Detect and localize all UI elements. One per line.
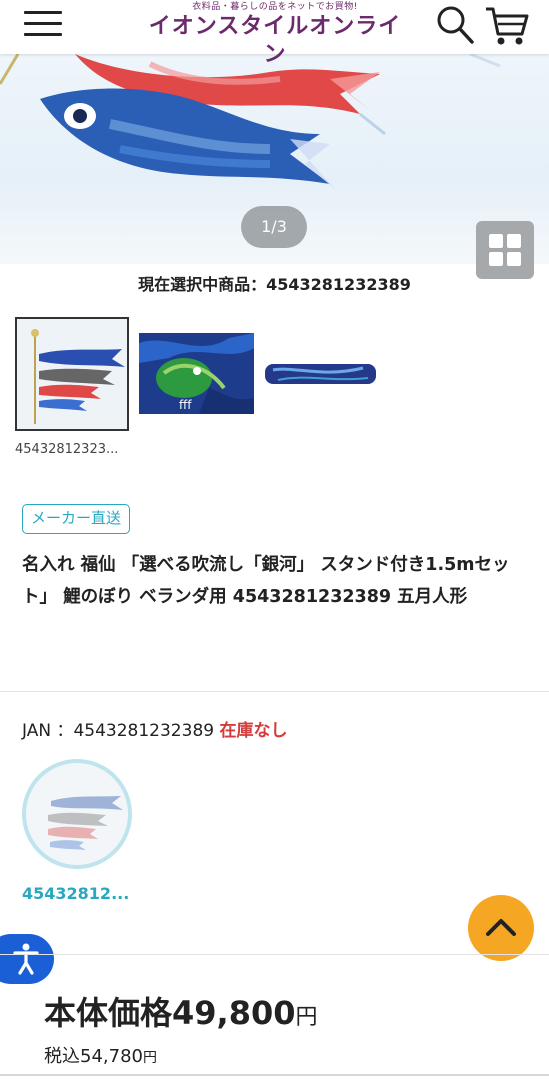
current-selection-label: 現在選択中商品：4543281232389 <box>138 275 411 294</box>
thumbnail-3[interactable] <box>263 360 378 388</box>
menu-bar <box>24 33 62 36</box>
search-icon[interactable] <box>434 4 476 50</box>
hamburger-menu-icon[interactable] <box>24 9 62 39</box>
thumbnail-3-image <box>265 364 376 384</box>
logo-brand: イオンスタイルオンライン <box>148 14 402 67</box>
thumbnail-1-image <box>31 329 125 424</box>
stock-status: 在庫なし <box>219 721 288 741</box>
chevron-up-icon <box>486 919 516 936</box>
grid-icon <box>507 252 521 266</box>
grid-icon <box>489 252 503 266</box>
cart-icon[interactable] <box>484 4 530 52</box>
jan-code: JAN ：4543281232389 <box>22 721 215 741</box>
accessibility-icon <box>13 943 39 975</box>
base-price-value: 本体価格49,800 <box>44 994 296 1032</box>
base-price: 本体価格49,800円 <box>44 988 318 1034</box>
thumbnail-2[interactable]: fff <box>139 333 254 414</box>
svg-text:fff: fff <box>179 398 192 412</box>
tax-price-yen: 円 <box>142 1050 157 1066</box>
bottom-divider <box>0 1074 549 1076</box>
variant-image <box>48 796 123 850</box>
section-divider <box>0 691 549 692</box>
accessibility-button[interactable] <box>0 934 54 984</box>
site-logo[interactable]: 衣料品・暮らしの品をネットでお買物! イオンスタイルオンライン <box>140 2 410 69</box>
jan-line: JAN ：4543281232389 在庫なし <box>22 716 287 741</box>
variant-swatch[interactable] <box>22 759 132 869</box>
product-title: 名入れ 福仙 「選べる吹流し「銀河」 スタンド付き1.5mセット」 鯉のぼり ベ… <box>22 555 510 607</box>
thumbnail-caption: 45432812323... <box>15 442 119 457</box>
tax-price-value: 税込54,780 <box>44 1046 143 1067</box>
menu-bar <box>24 11 62 14</box>
maker-direct-badge: メーカー直送 <box>22 504 131 534</box>
slide-indicator: 1/3 <box>241 206 307 248</box>
thumbnail-2-image: fff <box>139 333 254 414</box>
logo-tagline: 衣料品・暮らしの品をネットでお買物! <box>192 2 358 12</box>
menu-bar <box>24 22 62 25</box>
base-price-yen: 円 <box>295 1005 318 1030</box>
thumbnail-1[interactable] <box>15 317 129 431</box>
scroll-to-top-button[interactable] <box>468 895 534 961</box>
grid-icon <box>507 234 521 248</box>
site-header: 衣料品・暮らしの品をネットでお買物! イオンスタイルオンライン <box>0 0 549 67</box>
price-divider <box>0 954 549 955</box>
tax-included-price: 税込54,780円 <box>44 1042 157 1068</box>
grid-icon <box>489 234 503 248</box>
variant-label[interactable]: 45432812... <box>22 884 129 903</box>
